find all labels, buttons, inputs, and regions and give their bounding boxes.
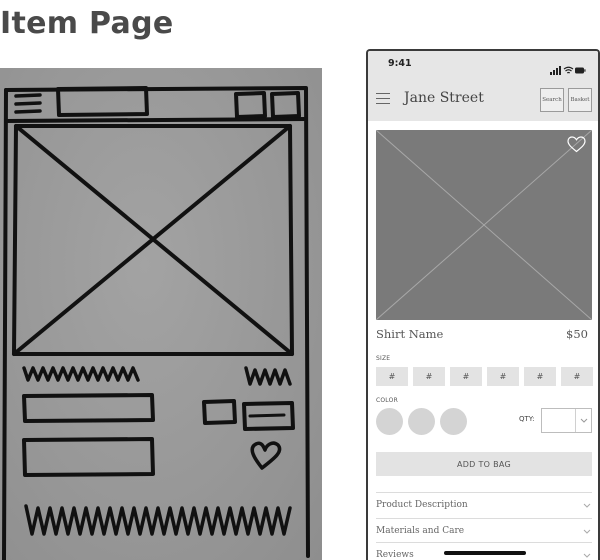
accordion-label: Materials and Care	[376, 526, 465, 536]
size-label: SIZE	[376, 355, 391, 362]
color-swatch[interactable]	[408, 408, 435, 435]
phone-mockup: 9:41 Jane Street Search Basket Shirt Nam…	[366, 49, 600, 560]
size-options: # # # # # #	[376, 367, 594, 386]
product-image-placeholder	[376, 130, 592, 320]
color-swatch[interactable]	[440, 408, 467, 435]
size-option[interactable]: #	[487, 367, 519, 386]
qty-dropdown-toggle[interactable]	[575, 409, 591, 432]
accordion-label: Product Description	[376, 500, 468, 510]
color-swatch[interactable]	[376, 408, 403, 435]
menu-icon[interactable]	[376, 93, 390, 105]
add-to-bag-button[interactable]: ADD TO BAG	[376, 452, 592, 476]
chevron-down-icon	[583, 529, 591, 534]
image-placeholder-icon	[376, 130, 592, 320]
chevron-down-icon	[583, 503, 591, 508]
chevron-down-icon	[580, 418, 588, 423]
qty-select[interactable]	[541, 408, 592, 433]
size-option[interactable]: #	[561, 367, 593, 386]
store-name[interactable]: Jane Street	[404, 90, 484, 106]
signal-wifi-battery-icon	[550, 66, 586, 75]
size-option[interactable]: #	[413, 367, 445, 386]
size-option[interactable]: #	[376, 367, 408, 386]
chevron-down-icon	[583, 553, 591, 558]
size-option[interactable]: #	[450, 367, 482, 386]
product-price: $50	[566, 327, 588, 341]
status-time: 9:41	[388, 58, 412, 69]
home-indicator[interactable]	[444, 551, 526, 555]
status-icons	[550, 60, 586, 79]
product-name: Shirt Name	[376, 327, 444, 341]
page-title: Item Page	[0, 6, 174, 41]
heart-icon[interactable]	[567, 136, 586, 157]
app-header: Jane Street Search Basket	[368, 79, 598, 121]
sketch-drawing	[2, 86, 310, 560]
accordion-materials-care[interactable]: Materials and Care	[376, 518, 592, 544]
color-label: COLOR	[376, 397, 398, 404]
status-bar: 9:41	[368, 51, 598, 79]
size-option[interactable]: #	[524, 367, 556, 386]
sketch-wireframe	[0, 68, 322, 560]
search-button[interactable]: Search	[540, 88, 564, 112]
accordion-label: Reviews	[376, 550, 414, 560]
basket-button[interactable]: Basket	[568, 88, 592, 112]
accordion-product-description[interactable]: Product Description	[376, 492, 592, 518]
qty-label: QTY:	[519, 415, 535, 423]
